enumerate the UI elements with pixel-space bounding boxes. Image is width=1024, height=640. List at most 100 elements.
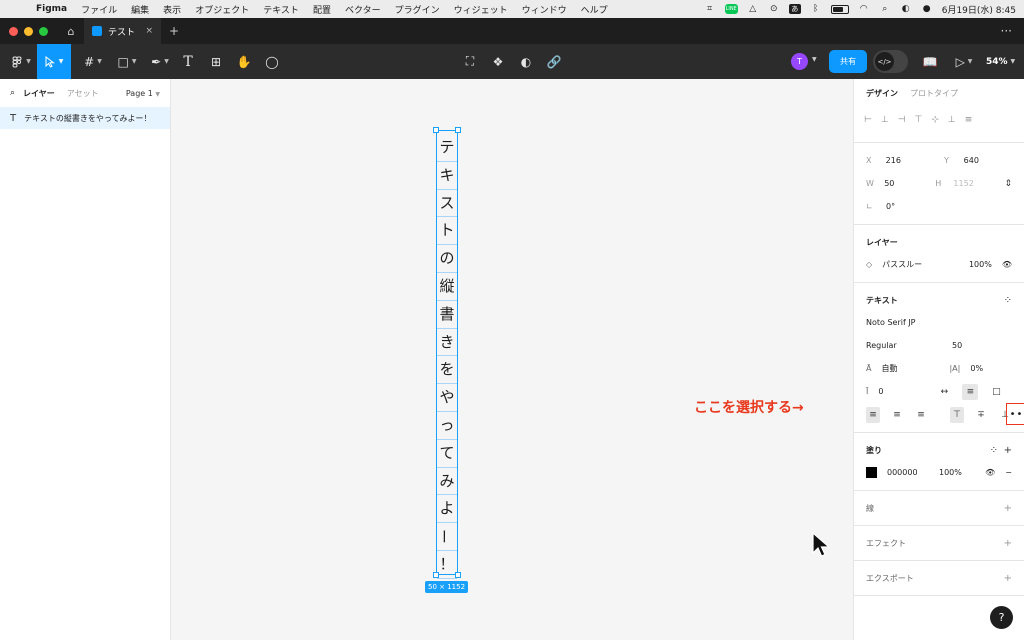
align-right-icon[interactable]: ⊣ xyxy=(898,115,906,125)
move-tool[interactable]: ▼ xyxy=(37,44,71,79)
siri-icon[interactable]: ● xyxy=(921,4,933,14)
constrain-proportions-icon[interactable]: ⇕ xyxy=(1004,179,1012,189)
menu-edit[interactable]: 編集 xyxy=(131,3,149,16)
menu-arrange[interactable]: 配置 xyxy=(313,3,331,16)
resize-handle-top-left[interactable] xyxy=(433,127,439,133)
close-window-button[interactable] xyxy=(9,26,18,36)
menu-help[interactable]: ヘルプ xyxy=(581,3,608,16)
present-button[interactable]: ▷ ▼ xyxy=(950,44,978,79)
hand-tool[interactable]: ✋ xyxy=(234,44,254,79)
create-component-button[interactable]: ❖ xyxy=(488,44,508,79)
text-tool[interactable]: T xyxy=(178,44,198,79)
menu-window[interactable]: ウィンドウ xyxy=(522,3,567,16)
height-field[interactable]: 1152 xyxy=(953,179,994,188)
type-details-button[interactable]: ••• xyxy=(1006,403,1024,425)
menu-file[interactable]: ファイル xyxy=(81,3,117,16)
remove-fill-icon[interactable]: − xyxy=(1005,468,1012,477)
home-icon[interactable]: ⌂ xyxy=(58,18,84,44)
more-icon[interactable]: ··· xyxy=(1001,18,1012,44)
close-tab-icon[interactable]: × xyxy=(145,26,153,36)
zoom-dropdown[interactable]: 54% ▼ xyxy=(986,44,1015,79)
input-method-icon[interactable]: あ xyxy=(788,4,801,14)
align-vertical-center-icon[interactable]: ⊹ xyxy=(931,115,939,125)
y-field[interactable]: 640 xyxy=(964,156,1012,165)
canvas[interactable]: テキストの縦書きをやってみよー！ 50 × 1152 ここを選択する→ xyxy=(171,79,853,640)
selected-text-layer[interactable]: テキストの縦書きをやってみよー！ xyxy=(433,127,461,579)
text-styles-icon[interactable]: ⁘ xyxy=(1004,295,1012,306)
frame-tool[interactable]: # ▼ xyxy=(78,44,108,79)
rotation-field[interactable]: 0° xyxy=(886,202,936,211)
search-icon[interactable]: ⌕ xyxy=(10,88,15,98)
avatar[interactable]: T xyxy=(791,53,808,70)
layer-opacity-field[interactable]: 100% xyxy=(969,260,992,269)
menu-object[interactable]: オブジェクト xyxy=(195,3,249,16)
auto-width-icon[interactable]: ↔ xyxy=(936,384,952,400)
line-app-icon[interactable]: LINE xyxy=(724,4,738,14)
chevron-down-icon[interactable]: ▼ xyxy=(812,56,817,63)
link-button[interactable]: 🔗 xyxy=(544,44,564,79)
drive-icon[interactable]: △ xyxy=(747,4,759,14)
resize-handle-bottom-right[interactable] xyxy=(455,572,461,578)
fill-opacity-field[interactable]: 100% xyxy=(939,468,962,477)
resize-handle-top-right[interactable] xyxy=(455,127,461,133)
font-family-dropdown[interactable]: Noto Serif JP xyxy=(866,318,916,327)
mask-button[interactable]: ◐ xyxy=(516,44,536,79)
menu-plugins[interactable]: プラグイン xyxy=(395,3,440,16)
width-field[interactable]: 50 xyxy=(884,179,925,188)
x-field[interactable]: 216 xyxy=(886,156,934,165)
help-button[interactable]: ? xyxy=(990,606,1013,629)
eye-icon[interactable]: 👁 xyxy=(985,468,995,477)
wifi-icon[interactable]: ◠ xyxy=(858,4,870,14)
battery-icon[interactable] xyxy=(830,4,849,14)
letter-spacing-field[interactable]: 0% xyxy=(970,364,983,373)
text-align-left-icon[interactable]: ≡ xyxy=(866,406,880,423)
font-size-field[interactable]: 50 xyxy=(952,341,962,350)
control-center-icon[interactable]: ◐ xyxy=(900,4,912,14)
menu-widgets[interactable]: ウィジェット xyxy=(454,3,508,16)
resize-handle-bottom-left[interactable] xyxy=(433,572,439,578)
fill-color-swatch[interactable] xyxy=(866,467,877,478)
menu-clock[interactable]: 6月19日(水) 8:45 xyxy=(942,3,1016,16)
eye-icon[interactable]: 👁 xyxy=(1002,260,1012,269)
library-button[interactable]: 📖 xyxy=(920,44,940,79)
tab-prototype[interactable]: プロトタイプ xyxy=(910,88,958,99)
font-style-dropdown[interactable]: Regular xyxy=(866,341,942,350)
resources-tool[interactable]: ⊞ xyxy=(206,44,226,79)
add-stroke-icon[interactable]: + xyxy=(1004,503,1012,514)
tab-assets[interactable]: アセット xyxy=(67,88,99,99)
distribute-icon[interactable]: ≡ xyxy=(965,115,973,125)
comment-tool[interactable]: ◯ xyxy=(262,44,282,79)
tab-design[interactable]: デザイン xyxy=(866,88,898,99)
tab-layers[interactable]: レイヤー xyxy=(23,88,55,99)
bluetooth-icon[interactable]: ᛒ xyxy=(810,4,822,14)
fill-hex-field[interactable]: 000000 xyxy=(887,468,929,477)
align-left-icon[interactable]: ⊢ xyxy=(864,115,872,125)
main-menu-button[interactable]: ▼ xyxy=(6,44,36,79)
dev-mode-toggle[interactable]: </> xyxy=(873,50,908,73)
share-button[interactable]: 共有 xyxy=(829,50,867,73)
blend-mode-dropdown[interactable]: パススルー xyxy=(882,259,952,270)
layer-row[interactable]: T テキストの縦書きをやってみよー！ xyxy=(0,107,170,129)
pen-tool[interactable]: ✒ ▼ xyxy=(145,44,175,79)
minimize-window-button[interactable] xyxy=(24,26,33,36)
file-tab[interactable]: テスト × xyxy=(84,18,161,44)
menu-app-name[interactable]: Figma xyxy=(36,4,67,14)
menu-text[interactable]: テキスト xyxy=(263,3,299,16)
text-align-right-icon[interactable]: ≡ xyxy=(914,407,928,423)
page-selector[interactable]: Page 1 ▼ xyxy=(126,89,160,98)
fixed-size-icon[interactable]: □ xyxy=(988,384,1004,400)
auto-height-icon[interactable]: ≡ xyxy=(962,383,979,400)
edit-object-button[interactable]: ⛶ xyxy=(460,44,480,79)
align-bottom-icon[interactable]: ⊥ xyxy=(948,115,956,125)
align-top-text-icon[interactable]: ⊤ xyxy=(950,406,964,423)
align-horizontal-center-icon[interactable]: ⊥ xyxy=(881,115,889,125)
styles-grid-icon[interactable]: ⁘ xyxy=(990,445,998,456)
menu-vector[interactable]: ベクター xyxy=(345,3,381,16)
add-export-icon[interactable]: + xyxy=(1004,573,1012,584)
align-middle-text-icon[interactable]: ∓ xyxy=(974,407,988,423)
paragraph-spacing-field[interactable]: 0 xyxy=(878,387,926,396)
add-effect-icon[interactable]: + xyxy=(1004,538,1012,549)
figma-tray-icon[interactable]: ⌗ xyxy=(704,4,716,14)
text-align-center-icon[interactable]: ≡ xyxy=(890,407,904,423)
menu-view[interactable]: 表示 xyxy=(163,3,181,16)
